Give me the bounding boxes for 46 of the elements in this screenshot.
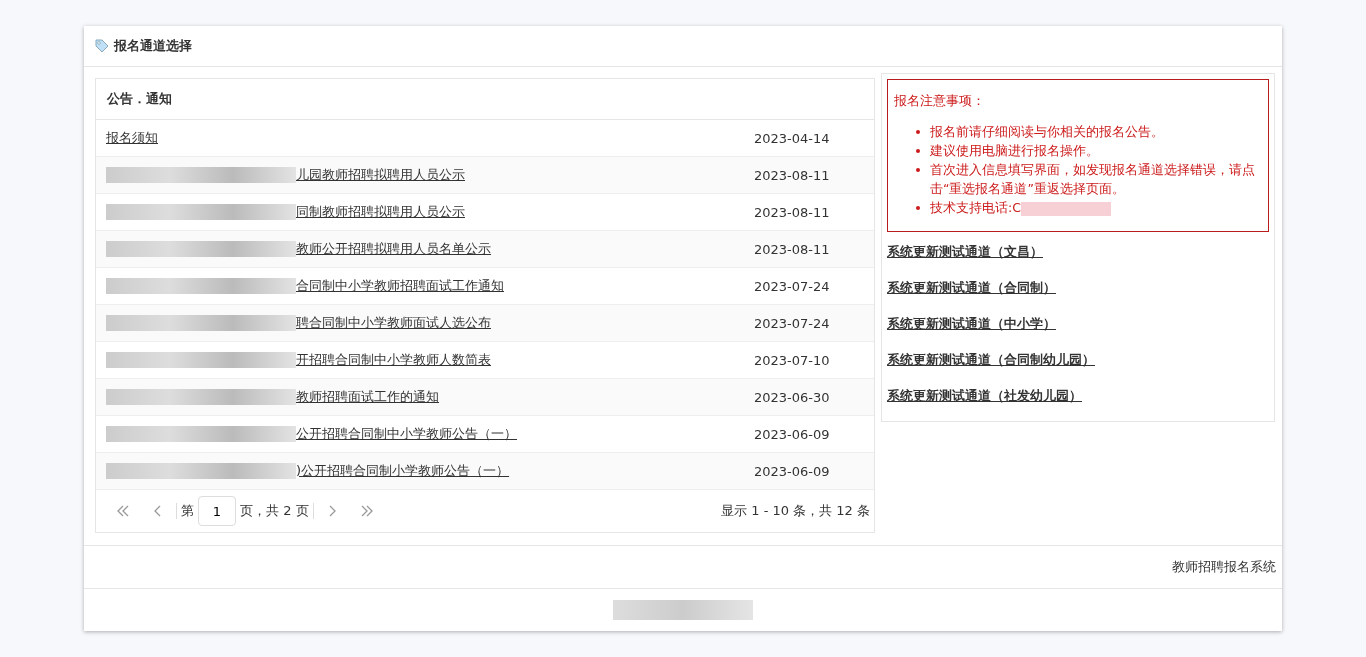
tag-icon (94, 38, 110, 54)
notice-date: 2023-08-11 (754, 241, 831, 257)
first-page-icon[interactable] (116, 505, 130, 517)
notice-link[interactable]: 公开招聘合同制中小学教师公告（一） (106, 425, 517, 443)
page-title: 报名通道选择 (114, 37, 192, 55)
record-summary: 显示 1 - 10 条，共 12 条 (721, 502, 870, 520)
notice-date: 2023-06-09 (754, 426, 831, 442)
notice-link[interactable]: 开招聘合同制中小学教师人数简表 (106, 351, 491, 369)
last-page-icon[interactable] (359, 505, 374, 517)
notice-date: 2023-04-14 (754, 130, 831, 146)
channel-link[interactable]: 系统更新测试通道（文昌） (887, 244, 1043, 261)
channel-link[interactable]: 系统更新测试通道（中小学） (887, 316, 1056, 333)
notice-date: 2023-07-24 (754, 278, 831, 294)
notice-date: 2023-08-11 (754, 204, 831, 220)
notice-item: 技术支持电话:C (930, 198, 1111, 217)
notice-box-title: 报名注意事项： (894, 92, 986, 110)
channel-link[interactable]: 系统更新测试通道（社发幼儿园） (887, 388, 1082, 405)
system-name: 教师招聘报名系统 (1172, 558, 1276, 576)
notice-date: 2023-08-11 (754, 167, 831, 183)
notice-date: 2023-07-10 (754, 352, 831, 368)
notice-item: 建议使用电脑进行报名操作。 (930, 142, 1099, 160)
page-count: 页，共 2 页 (240, 502, 309, 520)
notice-date: 2023-06-30 (754, 389, 831, 405)
notice-item: 报名前请仔细阅读与你相关的报名公告。 (930, 123, 1164, 141)
notice-link[interactable]: 聘合同制中小学教师面试人选公布 (106, 314, 491, 332)
bullet-icon (916, 206, 920, 210)
notice-link[interactable]: 教师招聘面试工作的通知 (106, 388, 439, 406)
page-input[interactable]: 1 (198, 496, 236, 526)
notice-link[interactable]: 合同制中小学教师招聘面试工作通知 (106, 277, 504, 295)
panel-title: 公告．通知 (96, 79, 874, 120)
bullet-icon (916, 149, 920, 153)
notice-link[interactable]: 教师公开招聘拟聘用人员名单公示 (106, 240, 491, 258)
notice-item: 首次进入信息填写界面，如发现报名通道选择错误，请点击“重选报名通道”重返选择页面。 (930, 161, 1256, 198)
notice-link[interactable]: 报名须知 (106, 129, 158, 147)
page-label: 第 (181, 502, 194, 520)
notice-link[interactable]: 儿园教师招聘拟聘用人员公示 (106, 166, 465, 184)
next-page-icon[interactable] (327, 505, 336, 517)
notice-link[interactable]: 同制教师招聘拟聘用人员公示 (106, 203, 465, 221)
notice-date: 2023-07-24 (754, 315, 831, 331)
notice-date: 2023-06-09 (754, 463, 831, 479)
previous-page-icon[interactable] (154, 505, 162, 517)
bullet-icon (916, 130, 920, 134)
channel-link[interactable]: 系统更新测试通道（合同制） (887, 280, 1056, 297)
notice-link[interactable]: )公开招聘合同制小学教师公告（一） (106, 462, 510, 480)
bullet-icon (916, 168, 920, 172)
channel-link[interactable]: 系统更新测试通道（合同制幼儿园） (887, 352, 1095, 369)
